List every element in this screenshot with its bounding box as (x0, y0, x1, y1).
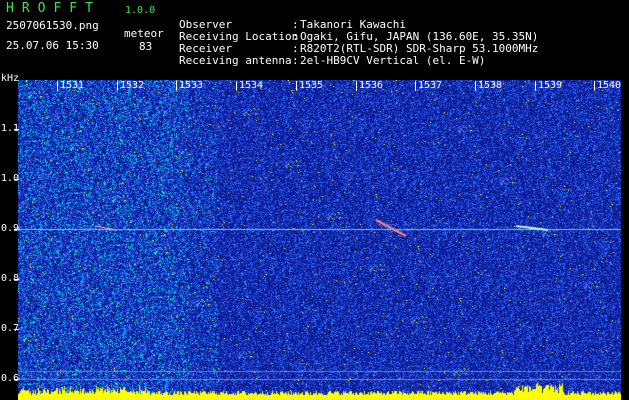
echo-count: 83 (139, 40, 153, 53)
y-tick-mark (14, 279, 19, 280)
info-row-antenna: Receiving antenna:2el-HB9CV Vertical (el… (179, 41, 485, 80)
x-tick-label: 1538 (475, 81, 502, 91)
y-tick-mark (14, 129, 19, 130)
x-tick-label: 1540 (594, 81, 621, 91)
x-tick-label: 1534 (236, 81, 263, 91)
y-axis-unit: kHz (1, 73, 20, 84)
detection-mode: meteor (124, 27, 164, 40)
x-tick-label: 1535 (296, 81, 323, 91)
x-tick-label: 1531 (57, 81, 84, 91)
file-name: 2507061530.png (6, 19, 99, 32)
x-tick-label: 1536 (356, 81, 383, 91)
x-tick-label: 1533 (176, 81, 203, 91)
x-tick-label: 1537 (415, 81, 442, 91)
info-label: Receiving antenna (179, 54, 292, 67)
y-tick-mark (14, 179, 19, 180)
date-time: 25.07.06 15:30 (6, 39, 99, 52)
x-tick-label: 1532 (117, 81, 144, 91)
y-tick-mark (14, 329, 19, 330)
y-tick-mark (14, 229, 19, 230)
hrofft-window: HROFFT 1.0.0 2507061530.png 25.07.06 15:… (0, 0, 629, 400)
spectrogram-canvas (18, 80, 621, 400)
spectrogram-plot (18, 80, 621, 400)
x-tick-label: 1539 (535, 81, 562, 91)
station-info: Observer: Takanori Kawachi Receiving Loca… (179, 5, 538, 83)
app-logo: HROFFT (6, 1, 101, 16)
info-value: 2el-HB9CV Vertical (el. E-W) (300, 54, 486, 67)
app-version: 1.0.0 (125, 5, 156, 16)
info-separator: : (292, 54, 299, 67)
y-tick-mark (14, 379, 19, 380)
